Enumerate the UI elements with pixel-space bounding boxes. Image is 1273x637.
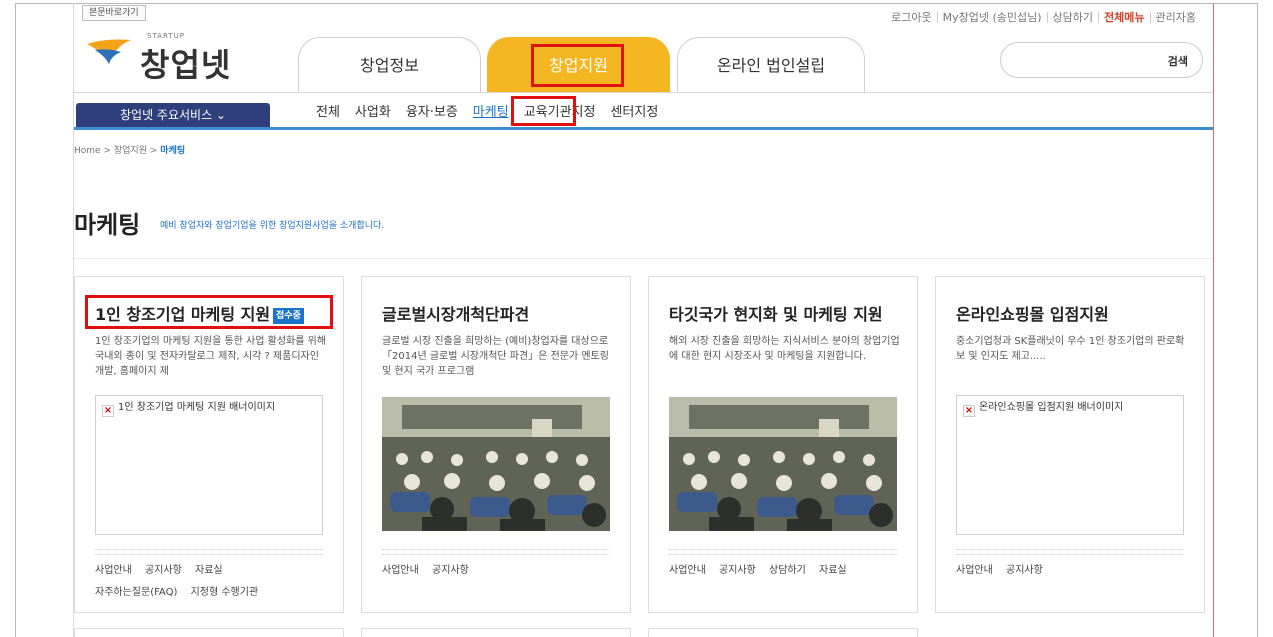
card-title[interactable]: 타깃국가 현지화 및 마케팅 지원: [669, 301, 883, 325]
card-divider: [956, 549, 1184, 555]
main-services-dropdown[interactable]: 창업넷 주요서비스 ⌄: [76, 103, 270, 128]
card-image[interactable]: × 온라인쇼핑몰 입점지원 배너이미지: [956, 395, 1184, 535]
subnav-underline: [74, 127, 1213, 130]
search-button[interactable]: 검색: [1168, 53, 1188, 69]
card-link-info[interactable]: 사업안내: [956, 560, 993, 582]
breadcrumb: Home > 창업지원 > 마케팅: [74, 143, 185, 156]
layout-guide-right: [1213, 3, 1214, 637]
image-alt-text: 온라인쇼핑몰 입점지원 배너이미지: [979, 402, 1124, 413]
site-logo[interactable]: STARTUP 창업넷: [85, 26, 275, 84]
card-description: 글로벌 시장 진출을 희망하는 (예비)창업자를 대상으로 「2014년 글로벌…: [382, 336, 609, 377]
annotation-highlight-card-title: [85, 295, 333, 329]
card-divider: [669, 549, 897, 555]
card-divider: [95, 549, 323, 555]
card-link-notice[interactable]: 공지사항: [145, 560, 182, 582]
program-card-partial: [648, 628, 918, 637]
card-title[interactable]: 온라인쇼핑몰 입점지원: [956, 301, 1109, 325]
subnav-marketing[interactable]: 마케팅: [473, 101, 509, 120]
breadcrumb-current: 마케팅: [160, 146, 186, 156]
program-card: 타깃국가 현지화 및 마케팅 지원 해외 시장 진출을 희망하는 지식서비스 분…: [648, 276, 918, 613]
broken-image-icon: ×: [102, 405, 114, 417]
subnav-all[interactable]: 전체: [316, 101, 340, 120]
card-divider: [382, 549, 610, 555]
card-link-info[interactable]: 사업안내: [382, 560, 419, 582]
utility-nav: 로그아웃 My창업넷 (송민섭님) 상담하기 전체메뉴 관리자홈: [886, 12, 1201, 23]
sub-nav: 전체 사업화 융자·보증 마케팅 교육기관지정 센터지정: [316, 101, 673, 120]
card-links: 사업안내 공지사항: [382, 560, 622, 582]
breadcrumb-support[interactable]: 창업지원: [114, 146, 147, 156]
consult-link[interactable]: 상담하기: [1046, 12, 1098, 23]
card-link-info[interactable]: 사업안내: [95, 560, 132, 582]
content-divider: [74, 258, 1213, 259]
card-link-faq[interactable]: 자주하는질문(FAQ): [95, 582, 177, 604]
my-startup-link[interactable]: My창업넷 (송민섭님): [936, 12, 1047, 23]
card-link-operator[interactable]: 지정형 수행기관: [191, 582, 259, 604]
card-links: 사업안내 공지사항 자료실 자주하는질문(FAQ) 지정형 수행기관: [95, 560, 335, 604]
broken-image-icon: ×: [963, 405, 975, 417]
breadcrumb-separator: >: [103, 146, 111, 156]
gnb-divider: [74, 92, 1213, 93]
card-title[interactable]: 글로벌시장개척단파견: [382, 301, 529, 325]
page: 본문바로가기 로그아웃 My창업넷 (송민섭님) 상담하기 전체메뉴 관리자홈 …: [0, 0, 1273, 637]
page-subtitle: 예비 창업자와 창업기업을 위한 창업지원사업을 소개합니다.: [160, 221, 385, 231]
tab-online-incorporation[interactable]: 온라인 법인설립: [677, 37, 865, 93]
annotation-highlight-support-tab: [531, 44, 624, 87]
subnav-loan-guarantee[interactable]: 융자·보증: [406, 101, 458, 120]
card-link-notice[interactable]: 공지사항: [719, 560, 756, 582]
program-card-partial: [74, 628, 344, 637]
card-link-consult[interactable]: 상담하기: [769, 560, 806, 582]
seminar-photo[interactable]: [669, 397, 897, 531]
annotation-highlight-marketing: [511, 96, 576, 126]
all-menu-link[interactable]: 전체메뉴: [1098, 12, 1149, 23]
admin-home-link[interactable]: 관리자홈: [1149, 12, 1201, 23]
card-link-archive[interactable]: 자료실: [819, 560, 847, 582]
logout-link[interactable]: 로그아웃: [886, 12, 936, 23]
card-image[interactable]: × 1인 창조기업 마케팅 지원 배너이미지: [95, 395, 323, 535]
card-links: 사업안내 공지사항: [956, 560, 1196, 582]
search-input[interactable]: 검색: [1000, 42, 1203, 78]
card-link-info[interactable]: 사업안내: [669, 560, 706, 582]
card-description: 해외 시장 진출을 희망하는 지식서비스 분야의 창업기업에 대한 현지 시장조…: [669, 336, 900, 362]
tab-startup-info[interactable]: 창업정보: [298, 37, 481, 93]
card-link-archive[interactable]: 자료실: [195, 560, 223, 582]
seminar-photo[interactable]: [382, 397, 610, 531]
card-link-notice[interactable]: 공지사항: [432, 560, 469, 582]
logo-text: 창업넷: [140, 46, 232, 84]
skip-to-content-link[interactable]: 본문바로가기: [82, 5, 146, 21]
breadcrumb-separator: >: [149, 146, 158, 156]
logo-swoosh-icon: [87, 39, 131, 64]
card-links: 사업안내 공지사항 상담하기 자료실: [669, 560, 909, 582]
program-card: 글로벌시장개척단파견 글로벌 시장 진출을 희망하는 (예비)창업자를 대상으로…: [361, 276, 631, 613]
subnav-commercialization[interactable]: 사업화: [355, 101, 391, 120]
image-alt-text: 1인 창조기업 마케팅 지원 배너이미지: [118, 402, 276, 413]
page-title: 마케팅: [74, 211, 141, 239]
program-card-partial: [361, 628, 631, 637]
card-description: 중소기업청과 SK플래닛이 우수 1인 창조기업의 판로확보 및 인지도 제고.…: [956, 336, 1185, 362]
card-link-notice[interactable]: 공지사항: [1006, 560, 1043, 582]
logo-tagline: STARTUP: [147, 32, 185, 40]
program-card: 온라인쇼핑몰 입점지원 중소기업청과 SK플래닛이 우수 1인 창조기업의 판로…: [935, 276, 1205, 613]
card-description: 1인 창조기업의 마케팅 지원을 통한 사업 활성화를 위해 국내외 종이 및 …: [95, 336, 327, 377]
breadcrumb-home[interactable]: Home: [74, 146, 101, 156]
subnav-center-designation[interactable]: 센터지정: [610, 101, 658, 120]
